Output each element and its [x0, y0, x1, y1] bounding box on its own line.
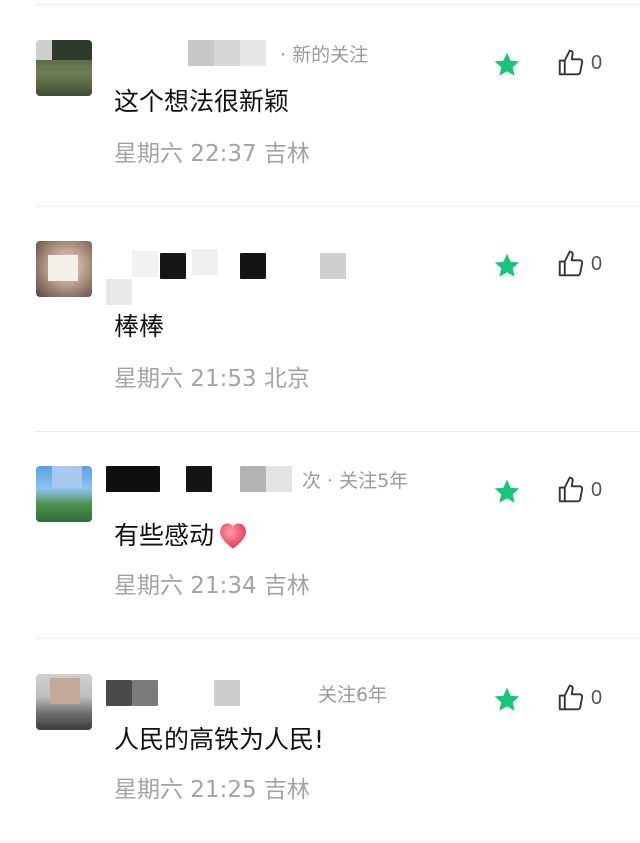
star-button[interactable]: [492, 50, 522, 80]
comment-text: 这个想法很新颖: [114, 87, 290, 116]
mosaic-name-block: [214, 680, 240, 706]
mosaic-name-block: [186, 466, 212, 492]
like-button[interactable]: 0: [556, 475, 602, 505]
like-count: 0: [591, 686, 603, 709]
star-button[interactable]: [492, 477, 522, 507]
mosaic-name-block: [132, 251, 158, 277]
comment-text-value: 有些感动: [114, 521, 215, 550]
mosaic-name-block: [240, 40, 266, 66]
comment-time-location: 星期六 21:25 吉林: [114, 777, 310, 803]
author-status: 次 · 关注5年: [302, 470, 409, 492]
like-count: 0: [591, 51, 603, 74]
author-row: · 新的关注: [106, 40, 476, 68]
like-button[interactable]: 0: [556, 249, 602, 279]
mosaic-name-block: [106, 279, 132, 305]
star-icon: [494, 253, 520, 277]
star-button[interactable]: [492, 685, 522, 715]
divider: [34, 206, 640, 207]
avatar[interactable]: [36, 674, 92, 730]
author-status: · 新的关注: [280, 44, 369, 66]
author-row: 关注6年: [106, 674, 476, 706]
mosaic-name-block: [240, 253, 266, 279]
comment-time-location: 星期六 22:37 吉林: [114, 141, 310, 167]
comment-text: 人民的高铁为人民!: [114, 725, 325, 754]
mosaic-name-block: [106, 680, 132, 706]
like-count: 0: [591, 478, 603, 501]
thumbs-up-icon: [558, 49, 584, 76]
heart-emoji-icon: [220, 523, 246, 549]
thumbs-up-icon: [558, 684, 584, 711]
avatar[interactable]: [36, 466, 92, 522]
comment-text: 有些感动: [114, 520, 250, 552]
mosaic-name-block: [132, 680, 158, 706]
comment-time-location: 星期六 21:34 吉林: [114, 573, 310, 599]
mosaic-name-block: [214, 40, 240, 66]
mosaic-name-block: [240, 466, 266, 492]
star-icon: [494, 687, 520, 711]
star-icon: [494, 479, 520, 503]
divider: [34, 431, 640, 432]
mosaic-name-block: [106, 466, 160, 492]
comment-time-location: 星期六 21:53 北京: [114, 366, 310, 392]
like-count: 0: [591, 252, 603, 275]
mosaic-name-block: [160, 253, 186, 279]
author-row: [106, 241, 476, 305]
thumbs-up-icon: [558, 250, 584, 277]
mosaic-name-block: [192, 249, 218, 275]
thumbs-up-icon: [558, 476, 584, 503]
like-button[interactable]: 0: [556, 683, 602, 713]
divider: [34, 638, 640, 639]
avatar[interactable]: [36, 40, 92, 96]
avatar[interactable]: [36, 241, 92, 297]
mosaic-name-block: [266, 466, 292, 492]
star-icon: [494, 52, 520, 76]
author-row: 次 · 关注5年: [106, 466, 476, 494]
comment-text: 棒棒: [114, 312, 165, 341]
bottom-shade: [0, 838, 640, 843]
star-button[interactable]: [492, 251, 522, 281]
mosaic-name-block: [320, 253, 346, 279]
mosaic-name-block: [188, 40, 214, 66]
like-button[interactable]: 0: [556, 48, 602, 78]
top-divider: [34, 4, 640, 5]
author-status: 关注6年: [318, 684, 388, 706]
